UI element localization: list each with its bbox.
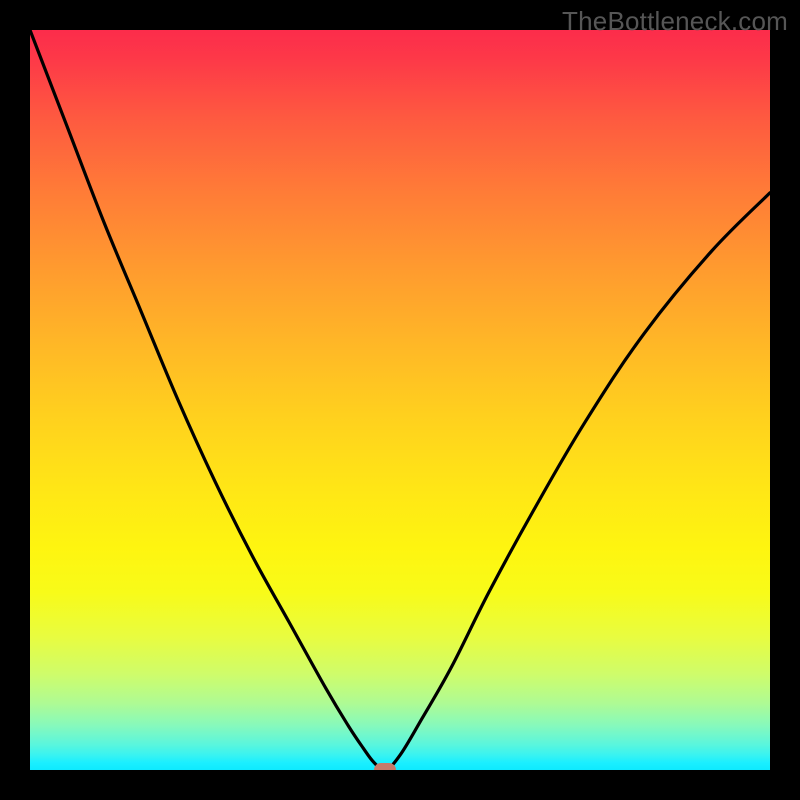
optimum-marker [374,763,396,770]
bottleneck-curve [30,30,770,770]
watermark-text: TheBottleneck.com [562,6,788,37]
plot-area [30,30,770,770]
curve-svg [30,30,770,770]
